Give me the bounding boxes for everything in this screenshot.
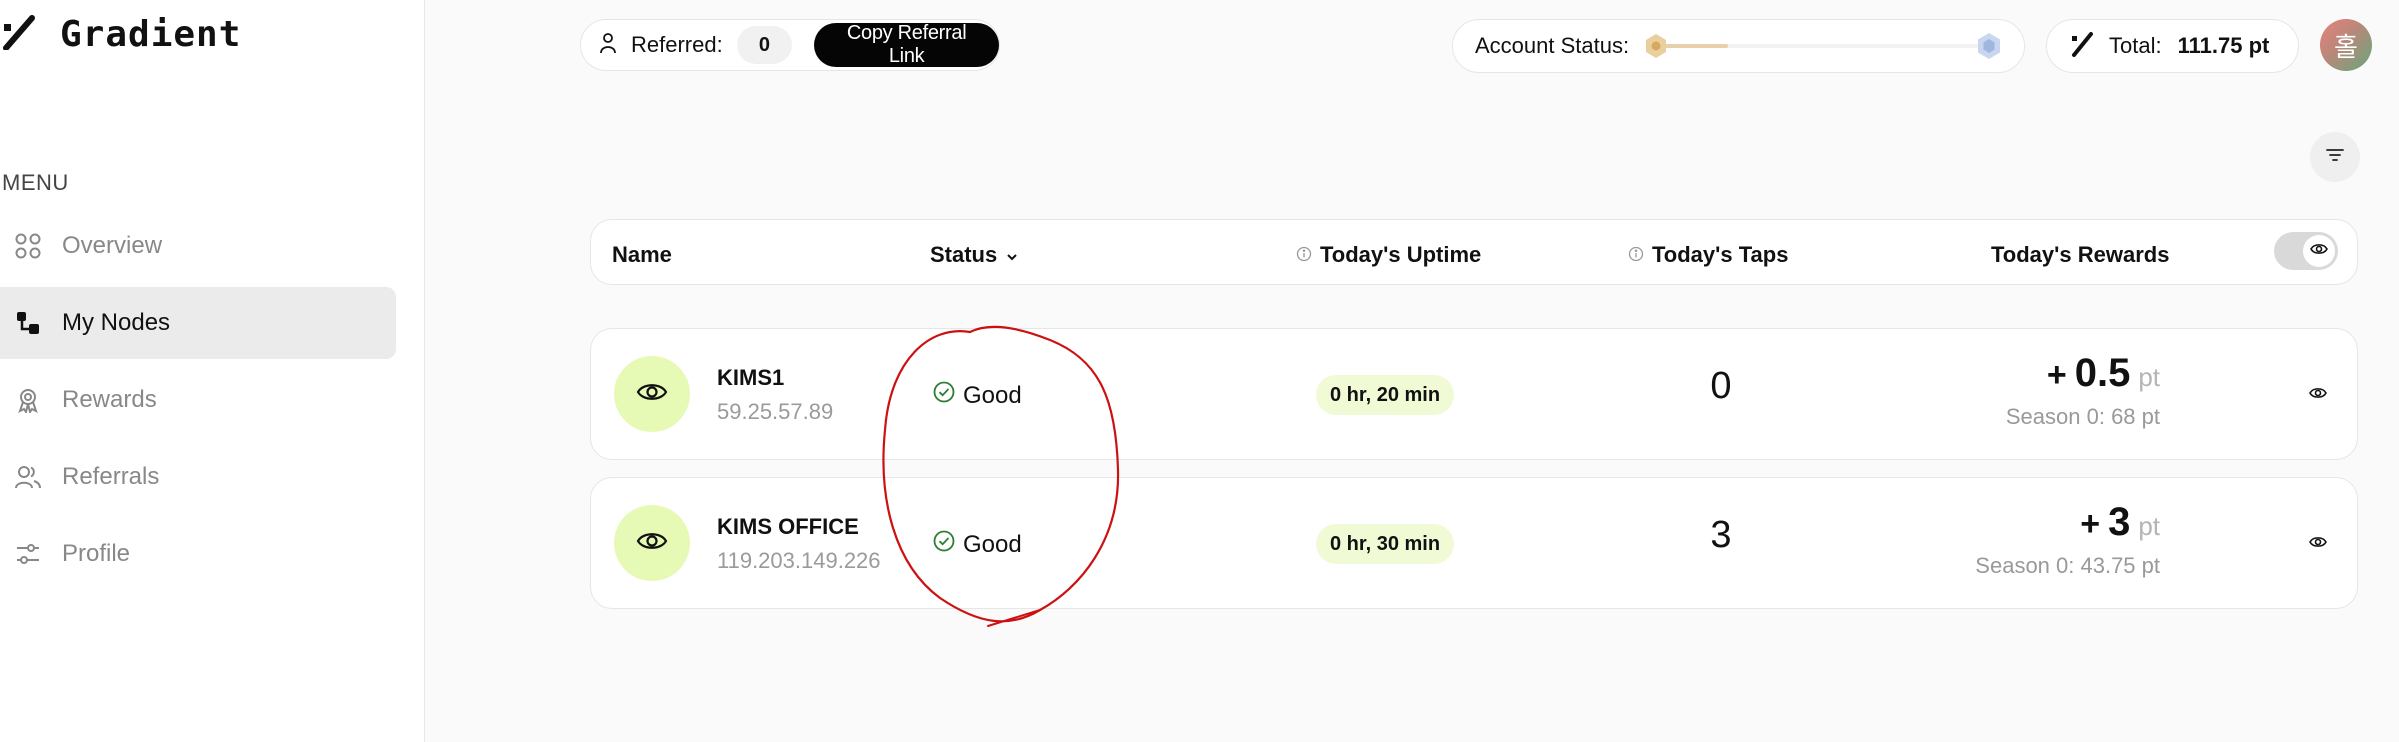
users-icon bbox=[14, 463, 42, 491]
status-badge: Good bbox=[933, 381, 1022, 410]
gradient-logo-icon bbox=[2, 14, 48, 55]
column-header-label: Name bbox=[612, 242, 672, 267]
view-node-icon[interactable] bbox=[2309, 535, 2327, 554]
column-header-uptime: Today's Uptime bbox=[1296, 242, 1481, 268]
filter-button[interactable] bbox=[2310, 132, 2360, 182]
reward-cell: + 0.5 pt Season 0: 68 pt bbox=[2006, 351, 2160, 430]
taps-count: 3 bbox=[1710, 514, 1732, 556]
table-header: Name Status Today's Uptime Today's Taps bbox=[590, 219, 2358, 285]
column-header-status[interactable]: Status bbox=[930, 242, 1019, 268]
nodes-icon bbox=[14, 309, 42, 337]
toggle-knob bbox=[2303, 235, 2335, 267]
user-icon bbox=[599, 32, 617, 59]
info-icon[interactable] bbox=[1628, 242, 1644, 268]
column-header-label: Today's Taps bbox=[1652, 242, 1789, 267]
uptime-badge: 0 hr, 20 min bbox=[1316, 375, 1455, 415]
menu-heading: MENU bbox=[2, 170, 69, 195]
app-root: Gradient MENU Overview My Nodes Rewards … bbox=[0, 0, 2399, 742]
node-name: KIMS1 bbox=[717, 365, 785, 390]
total-label: Total: bbox=[2109, 33, 2162, 58]
sidebar-item-rewards[interactable]: Rewards bbox=[0, 364, 396, 436]
account-status-pill: Account Status: bbox=[1452, 19, 2025, 73]
column-header-label: Today's Uptime bbox=[1320, 242, 1482, 267]
total-value: 111.75 pt bbox=[2177, 33, 2270, 58]
node-ip: 59.25.57.89 bbox=[717, 399, 834, 424]
reward-main: + 3 pt bbox=[1975, 500, 2160, 545]
sliders-icon bbox=[14, 540, 42, 568]
column-header-name: Name bbox=[612, 242, 672, 268]
gradient-mark-icon bbox=[2071, 31, 2097, 62]
season-total: Season 0: 68 pt bbox=[2005, 404, 2160, 429]
reward-unit: pt bbox=[2138, 362, 2160, 392]
sidebar-item-label: Referrals bbox=[62, 463, 160, 490]
sidebar-item-referrals[interactable]: Referrals bbox=[0, 441, 396, 513]
reward-sign: + bbox=[2080, 505, 2101, 543]
view-node-icon[interactable] bbox=[2309, 386, 2327, 405]
reward-cell: + 3 pt Season 0: 43.75 pt bbox=[1975, 500, 2160, 579]
node-avatar bbox=[614, 356, 690, 432]
silver-badge-icon bbox=[1975, 32, 2003, 65]
taps-count: 0 bbox=[1710, 365, 1732, 407]
season-total: Season 0: 43.75 pt bbox=[1975, 553, 2160, 578]
uptime-badge: 0 hr, 30 min bbox=[1316, 524, 1455, 564]
referred-count: 0 bbox=[736, 26, 793, 64]
visibility-toggle[interactable] bbox=[2274, 232, 2338, 270]
account-status-label: Account Status: bbox=[1475, 33, 1630, 58]
sidebar-item-label: Overview bbox=[62, 232, 163, 259]
filter-icon bbox=[2325, 147, 2345, 168]
table-row[interactable]: KIMS OFFICE 119.203.149.226 Good 0 hr, 3… bbox=[590, 477, 2358, 609]
sidebar-item-label: My Nodes bbox=[62, 309, 171, 336]
info-icon[interactable] bbox=[1296, 242, 1312, 268]
node-name: KIMS OFFICE bbox=[717, 514, 859, 539]
table-row[interactable]: KIMS1 59.25.57.89 Good 0 hr, 20 min 0 + … bbox=[590, 328, 2358, 460]
total-points-pill: Total: 111.75 pt bbox=[2046, 19, 2299, 73]
status-text: Good bbox=[963, 381, 1022, 409]
node-avatar bbox=[614, 505, 690, 581]
logo-text: Gradient bbox=[60, 14, 242, 55]
referral-pill: Referred: 0 Copy Referral Link bbox=[580, 19, 1000, 71]
sidebar-item-my-nodes[interactable]: My Nodes bbox=[0, 287, 396, 359]
status-badge: Good bbox=[933, 530, 1022, 559]
sidebar-nav: Overview My Nodes Rewards Referrals Prof… bbox=[0, 210, 396, 595]
reward-value: 3 bbox=[2108, 500, 2131, 544]
eye-icon bbox=[636, 529, 668, 558]
reward-sign: + bbox=[2046, 356, 2067, 394]
column-header-taps: Today's Taps bbox=[1628, 242, 1788, 268]
reward-unit: pt bbox=[2138, 511, 2160, 541]
check-circle-icon bbox=[933, 381, 955, 410]
reward-value: 0.5 bbox=[2074, 351, 2131, 395]
column-header-label: Status bbox=[930, 242, 998, 267]
reward-main: + 0.5 pt bbox=[2006, 351, 2160, 396]
bronze-badge-icon bbox=[1643, 33, 1669, 64]
copy-referral-link-button[interactable]: Copy Referral Link bbox=[814, 22, 999, 67]
award-icon bbox=[14, 386, 42, 414]
sidebar-item-overview[interactable]: Overview bbox=[0, 210, 396, 282]
node-ip: 119.203.149.226 bbox=[717, 548, 881, 573]
referred-label: Referred: bbox=[631, 32, 723, 57]
sidebar-item-profile[interactable]: Profile bbox=[0, 518, 396, 590]
sidebar: Gradient MENU Overview My Nodes Rewards … bbox=[0, 0, 425, 742]
account-status-progress bbox=[1643, 31, 2003, 61]
logo[interactable]: Gradient bbox=[2, 14, 241, 55]
sidebar-item-label: Rewards bbox=[62, 386, 157, 413]
grid-icon bbox=[14, 232, 42, 260]
check-circle-icon bbox=[933, 530, 955, 559]
column-header-label: Today's Rewards bbox=[1991, 242, 2170, 267]
eye-icon bbox=[636, 380, 668, 409]
avatar[interactable]: 홀 bbox=[2320, 19, 2372, 71]
chevron-down-icon bbox=[1005, 242, 1019, 268]
column-header-rewards: Today's Rewards bbox=[1991, 242, 2169, 268]
status-text: Good bbox=[963, 530, 1022, 558]
sidebar-item-label: Profile bbox=[62, 540, 131, 567]
eye-icon bbox=[2310, 242, 2328, 261]
